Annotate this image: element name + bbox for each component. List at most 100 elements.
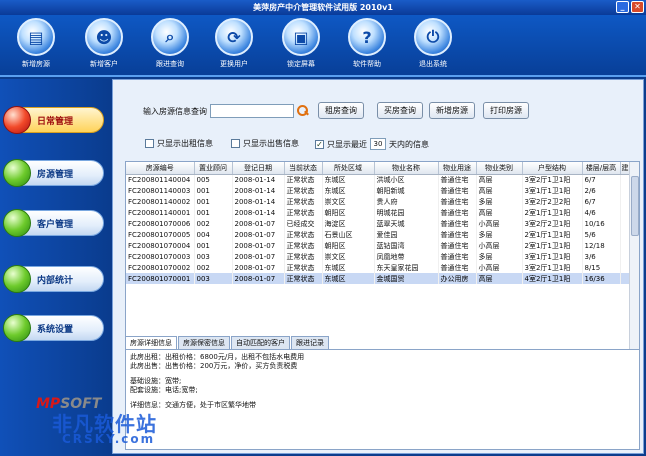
table-cell: 崇文区 — [322, 251, 375, 262]
vertical-scrollbar[interactable] — [629, 162, 639, 350]
tab-followup-records[interactable]: 跟进记录 — [291, 336, 329, 349]
table-cell: 003 — [194, 251, 233, 262]
buy-query-button[interactable]: 买房查询 — [377, 102, 423, 119]
toolbar-help[interactable]: ? 软件帮助 — [337, 18, 397, 69]
column-header[interactable]: 物业用途 — [438, 162, 477, 175]
column-header[interactable]: 置业顾问 — [194, 162, 233, 175]
table-cell: 3室1厅1卫1阳 — [522, 251, 583, 262]
tab-listing-confidential[interactable]: 房源保密信息 — [178, 336, 230, 349]
checkbox-label: 只显示出租信息 — [157, 139, 213, 148]
table-cell: 2008-01-07 — [232, 240, 285, 251]
search-icon[interactable] — [297, 105, 309, 117]
table-row[interactable]: FC200801140004 005 2008-01-14 正常状态 东城区 洪城小区 普通… — [126, 174, 631, 185]
column-header[interactable]: 当前状态 — [284, 162, 323, 175]
refresh-icon: ⟳ — [215, 18, 253, 56]
table-cell: FC200801140001 — [126, 207, 195, 218]
toolbar-label: 锁定屏幕 — [287, 60, 315, 68]
table-cell: 普通住宅 — [438, 240, 477, 251]
sidebar-item-settings[interactable]: 系统设置 — [3, 314, 104, 342]
add-listing-button[interactable]: 新增房源 — [429, 102, 475, 119]
table-cell: 16/36 — [582, 273, 621, 284]
checkbox-box — [231, 139, 240, 148]
detail-rent: 此房出租：出租价格：6800元/月，出租不包括水电费用 — [130, 353, 305, 361]
recent-days-input[interactable]: 30 — [370, 138, 386, 150]
column-header[interactable]: 户型结构 — [522, 162, 583, 175]
minimize-button[interactable]: _ — [616, 1, 629, 13]
table-cell: 001 — [194, 196, 233, 207]
column-header[interactable]: 所处区域 — [322, 162, 375, 175]
column-header[interactable]: 物业名称 — [374, 162, 439, 175]
search-icon: ⌕ — [151, 18, 189, 56]
close-button[interactable]: ✕ — [631, 1, 644, 13]
table-row[interactable]: FC200801070003 003 2008-01-07 正常状态 崇文区 凤凰地带 普通… — [126, 251, 631, 262]
table-cell: 正常状态 — [284, 251, 323, 262]
table-row[interactable]: FC200801070005 004 2008-01-07 正常状态 石景山区 爱佳园 普通… — [126, 229, 631, 240]
table-cell: 普通住宅 — [438, 229, 477, 240]
sale-only-checkbox[interactable]: 只显示出售信息 — [231, 138, 299, 149]
table-cell: 正常状态 — [284, 196, 323, 207]
table-row[interactable]: FC200801140002 001 2008-01-14 正常状态 崇文区 贵人府 普通住… — [126, 196, 631, 207]
toolbar-add-listing[interactable]: ▤ 新增房源 — [6, 18, 66, 69]
table-cell: 普通住宅 — [438, 207, 477, 218]
table-cell: FC200801140003 — [126, 185, 195, 196]
recent-days-checkbox[interactable]: ✓ 只显示最近 30 天内的信息 — [315, 138, 429, 150]
table-cell: 朝阳新城 — [374, 185, 439, 196]
table-cell: 海淀区 — [322, 218, 375, 229]
table-cell: 8/15 — [582, 262, 621, 273]
search-label: 输入房源信息查询 — [143, 106, 207, 116]
table-cell: 4/6 — [582, 207, 621, 218]
table-cell: 002 — [194, 218, 233, 229]
column-header[interactable]: 登记日期 — [232, 162, 285, 175]
rent-query-button[interactable]: 租房查询 — [318, 102, 364, 119]
table-cell: 10/16 — [582, 218, 621, 229]
table-cell: 正常状态 — [284, 262, 323, 273]
table-cell: FC200801070001 — [126, 273, 195, 284]
checkbox-label: 只显示最近 — [327, 139, 367, 149]
power-icon: ⏻ — [414, 18, 452, 56]
toolbar-add-customer[interactable]: ☻ 新增客户 — [74, 18, 134, 69]
sidebar-item-customers[interactable]: 客户管理 — [3, 209, 104, 237]
column-header[interactable]: 物业类别 — [476, 162, 523, 175]
table-row[interactable]: FC200801070001 003 2008-01-07 正常状态 东城区 金城国贸 办公… — [126, 273, 631, 284]
table-cell: 正常状态 — [284, 174, 323, 185]
table-cell: 2008-01-14 — [232, 196, 285, 207]
scrollbar-thumb[interactable] — [631, 176, 639, 236]
table-cell: 普通住宅 — [438, 262, 477, 273]
table-cell: 2室1厅1卫1阳 — [522, 229, 583, 240]
table-row[interactable]: FC200801070004 001 2008-01-07 正常状态 朝阳区 蓝钻国湾 普通… — [126, 240, 631, 251]
toolbar-followup-query[interactable]: ⌕ 跟进查询 — [140, 18, 200, 69]
table-row[interactable]: FC200801070006 002 2008-01-07 已经成交 海淀区 蓝翠天城 普通… — [126, 218, 631, 229]
table-row[interactable]: FC200801140001 001 2008-01-14 正常状态 朝阳区 明城花园 普通… — [126, 207, 631, 218]
toolbar-switch-user[interactable]: ⟳ 更换用户 — [204, 18, 264, 69]
sidebar-item-label: 日常管理 — [37, 116, 74, 127]
table-row[interactable]: FC200801140003 001 2008-01-14 正常状态 东城区 朝阳新城 普通… — [126, 185, 631, 196]
sidebar-item-daily[interactable]: 日常管理 — [3, 106, 104, 134]
rent-only-checkbox[interactable]: 只显示出租信息 — [145, 138, 213, 149]
print-listing-button[interactable]: 打印房源 — [483, 102, 529, 119]
table-cell: 2室1厅1卫1阳 — [522, 207, 583, 218]
table-cell: 东城区 — [322, 174, 375, 185]
toolbar-label: 退出系统 — [419, 60, 447, 68]
sidebar-item-listings[interactable]: 房源管理 — [3, 159, 104, 187]
tab-listing-detail[interactable]: 房源详细信息 — [125, 336, 177, 349]
table-cell: 3室1厅1卫1阳 — [522, 185, 583, 196]
table-cell: 正常状态 — [284, 229, 323, 240]
listing-grid: 房源编号 置业顾问 登记日期 当前状态 所处区域 物业名称 物业用途 物业类别 户型结构 楼层/层… — [126, 162, 631, 284]
table-cell: 2室1厅1卫1阳 — [522, 240, 583, 251]
search-input[interactable] — [210, 104, 294, 118]
column-header[interactable]: 房源编号 — [126, 162, 195, 175]
column-header[interactable]: 楼层/层高 — [582, 162, 621, 175]
filter-row: 只显示出租信息 只显示出售信息 ✓ 只显示最近 30 天内的信息 — [143, 138, 643, 152]
sidebar-item-stats[interactable]: 内部统计 — [3, 265, 104, 293]
table-cell: 普通住宅 — [438, 185, 477, 196]
table-cell: 2008-01-14 — [232, 174, 285, 185]
detail-infrastructure: 基础设施：宽带; — [130, 377, 182, 385]
table-cell: 普通住宅 — [438, 218, 477, 229]
toolbar-lock-screen[interactable]: ▣ 锁定屏幕 — [271, 18, 331, 69]
toolbar-exit[interactable]: ⏻ 退出系统 — [403, 18, 463, 69]
checkbox-label-suffix: 天内的信息 — [389, 139, 429, 149]
sidebar-item-label: 系统设置 — [37, 324, 74, 335]
table-cell: 高层 — [476, 207, 523, 218]
tab-matched-customers[interactable]: 自动匹配的客户 — [231, 336, 290, 349]
table-row[interactable]: FC200801070002 002 2008-01-07 正常状态 东城区 东天皇家花园… — [126, 262, 631, 273]
